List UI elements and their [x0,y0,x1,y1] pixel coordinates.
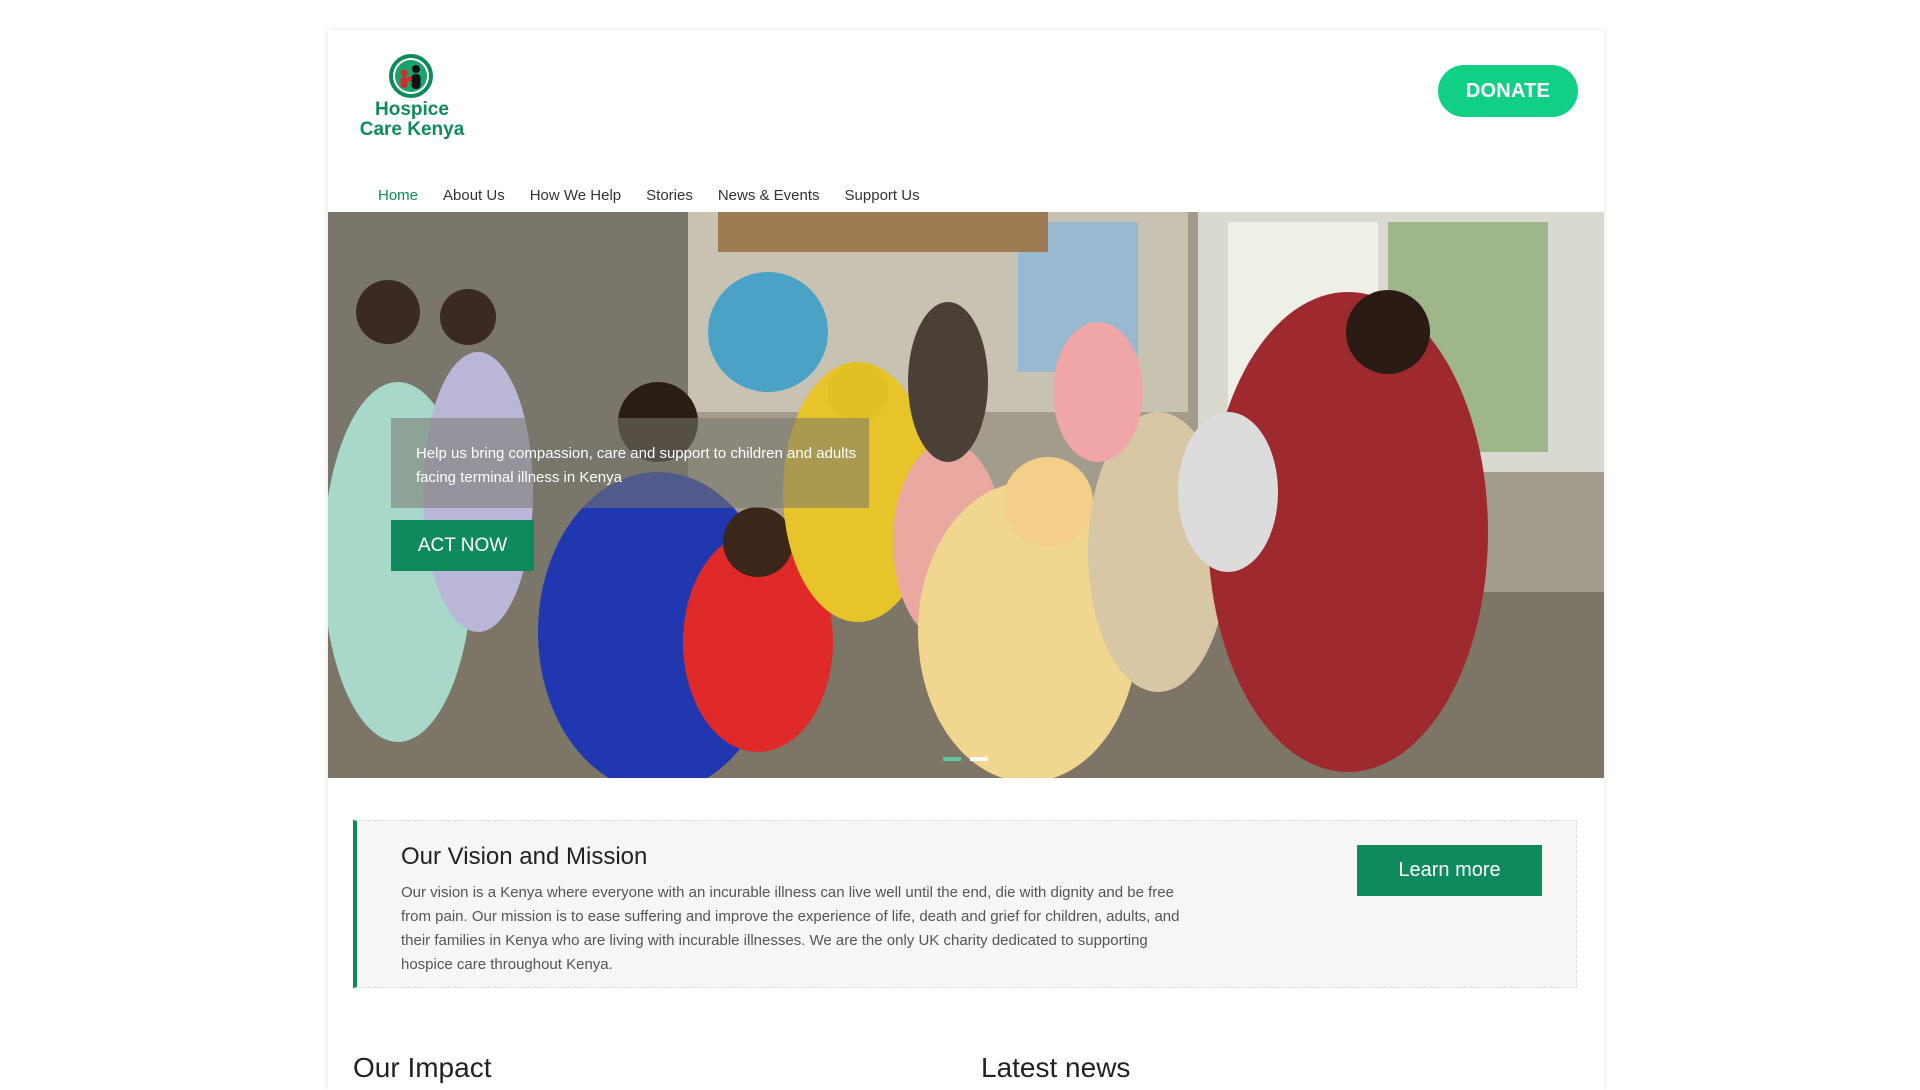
act-now-button[interactable]: ACT NOW [391,520,534,571]
nav-item-how-we-help[interactable]: How We Help [530,186,621,206]
logo-line-1: Hospice [375,99,449,120]
slider-pagination [943,757,988,761]
nav-item-support-us[interactable]: Support Us [845,186,920,206]
hero-slider: Help us bring compassion, care and suppo… [328,212,1604,778]
hero-caption-text: Help us bring compassion, care and suppo… [416,445,857,486]
our-impact-title: Our Impact [353,1052,492,1083]
nav-item-stories[interactable]: Stories [646,186,693,206]
donate-button[interactable]: DONATE [1438,65,1578,117]
site-logo[interactable]: Hospice Care Kenya [359,54,464,174]
vision-title: Our Vision and Mission [401,843,648,870]
learn-more-button[interactable]: Learn more [1357,845,1542,896]
family-logo-icon [389,54,433,98]
slider-dot-1[interactable] [943,757,961,761]
logo-text: Hospice Care Kenya [359,100,465,140]
slider-dot-2[interactable] [970,757,988,761]
nav-item-home[interactable]: Home [378,186,418,206]
page-container: Hospice Care Kenya DONATE Home About Us … [328,30,1604,1090]
logo-line-2: Care Kenya [359,119,465,140]
hero-caption-box: Help us bring compassion, care and suppo… [391,418,869,508]
vision-body: Our vision is a Kenya where everyone wit… [401,884,1180,973]
nav-item-about-us[interactable]: About Us [443,186,505,206]
nav-item-news-events[interactable]: News & Events [718,186,820,206]
vision-mission-box: Our Vision and Mission Our vision is a K… [353,820,1577,988]
latest-news-title: Latest news [981,1052,1131,1083]
main-nav: Home About Us How We Help Stories News &… [378,186,945,206]
